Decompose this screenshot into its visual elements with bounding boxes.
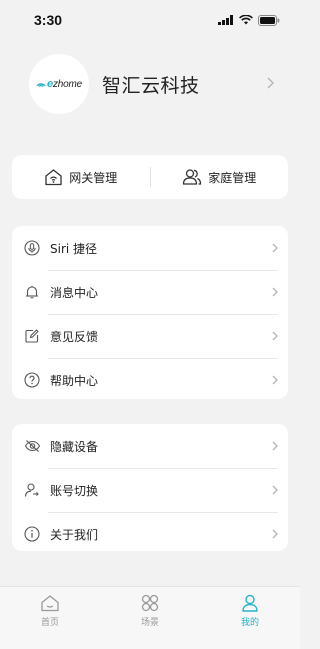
tab-label: 场景	[140, 618, 159, 628]
family-management-label: 家庭管理	[208, 170, 257, 185]
menu-item-feedback[interactable]: 意见反馈	[12, 314, 288, 358]
chevron-right-icon	[272, 529, 278, 539]
scene-icon	[141, 594, 159, 612]
tab-bar: 首页 场景 我的	[0, 586, 300, 649]
menu-item-message-center[interactable]: 消息中心	[12, 270, 288, 314]
chevron-right-icon	[272, 243, 278, 253]
help-circle-icon	[23, 371, 41, 389]
edit-icon	[23, 327, 41, 345]
tab-label: 我的	[240, 618, 259, 628]
menu-item-account-switch[interactable]: 账号切换	[12, 468, 288, 512]
menu-item-label: 帮助中心	[50, 373, 99, 388]
profile-name: 智汇云科技	[102, 75, 200, 97]
gateway-house-icon	[45, 169, 62, 186]
menu-item-about-us[interactable]: 关于我们	[12, 512, 288, 556]
menu-item-siri-shortcuts[interactable]: Siri 捷径	[12, 226, 288, 270]
menu-item-label: 隐藏设备	[50, 439, 99, 454]
tab-mine[interactable]: 我的	[200, 587, 300, 649]
microphone-icon	[23, 239, 41, 257]
menu-item-label: Siri 捷径	[50, 241, 98, 256]
chevron-right-icon	[272, 485, 278, 495]
gateway-management-label: 网关管理	[69, 170, 118, 185]
gateway-management-button[interactable]: 网关管理	[12, 155, 150, 199]
menu-item-hidden-devices[interactable]: 隐藏设备	[12, 424, 288, 468]
menu-item-help-center[interactable]: 帮助中心	[12, 358, 288, 402]
tab-scene[interactable]: 场景	[100, 587, 200, 649]
menu-group-2: 隐藏设备 账号切换 关于我们	[12, 424, 288, 551]
signal-icon	[218, 15, 233, 25]
avatar-logo-text: ezhome	[47, 78, 82, 90]
family-users-icon	[183, 169, 202, 185]
chevron-right-icon	[272, 287, 278, 297]
chevron-right-icon	[267, 77, 274, 89]
chevron-right-icon	[272, 331, 278, 341]
profile-icon	[242, 594, 258, 612]
quick-actions-card: 网关管理 家庭管理	[12, 155, 288, 199]
family-management-button[interactable]: 家庭管理	[151, 155, 289, 199]
home-icon	[41, 595, 59, 612]
tab-home[interactable]: 首页	[0, 587, 100, 649]
eye-hidden-icon	[23, 437, 41, 455]
status-bar: 3:30	[0, 0, 300, 40]
menu-group-1: Siri 捷径 消息中心 意见反馈 帮助中心	[12, 226, 288, 399]
chevron-right-icon	[272, 441, 278, 451]
menu-item-label: 消息中心	[50, 285, 99, 300]
status-time: 3:30	[34, 12, 63, 28]
profile-header[interactable]: ezhome 智汇云科技	[0, 54, 300, 114]
bell-icon	[23, 283, 41, 301]
chevron-right-icon	[272, 375, 278, 385]
info-circle-icon	[23, 525, 41, 543]
ezhome-logo-icon	[36, 83, 46, 88]
menu-item-label: 意见反馈	[50, 329, 99, 344]
wifi-icon	[239, 15, 253, 25]
user-switch-icon	[23, 481, 41, 499]
menu-item-label: 关于我们	[50, 527, 99, 542]
status-icons	[218, 14, 280, 26]
battery-icon	[258, 14, 280, 26]
menu-item-label: 账号切换	[50, 483, 99, 498]
avatar[interactable]: ezhome	[29, 54, 89, 114]
tab-label: 首页	[40, 618, 59, 628]
